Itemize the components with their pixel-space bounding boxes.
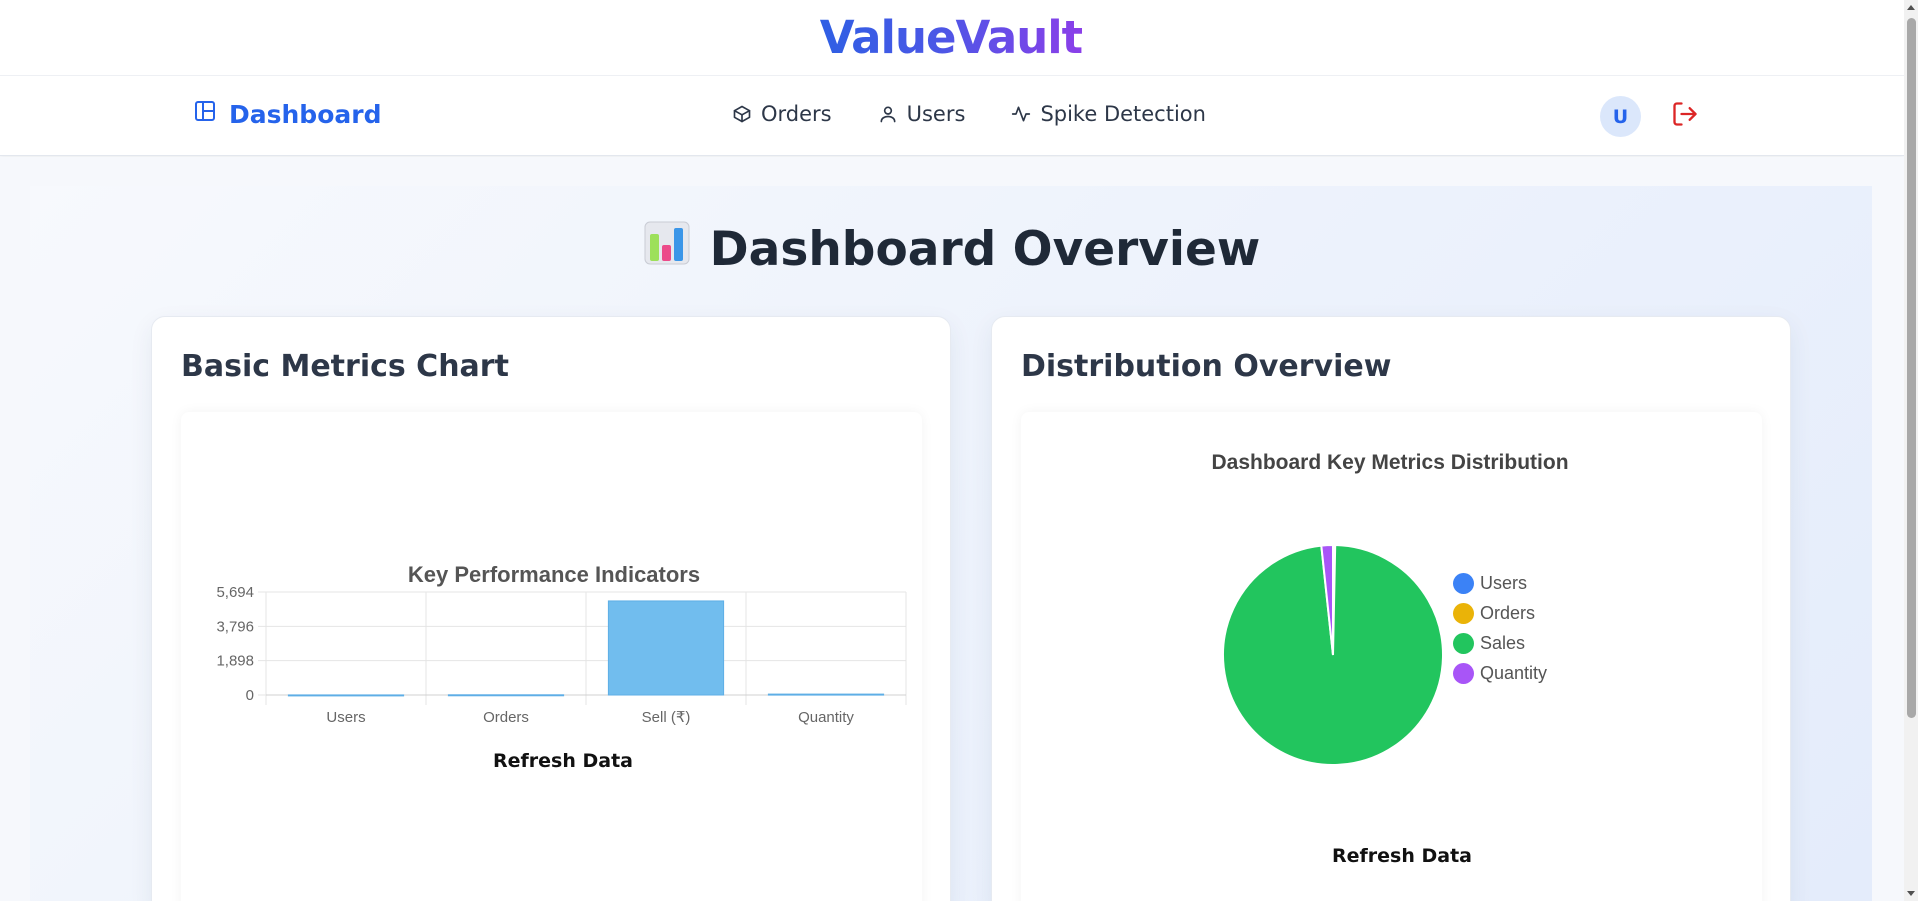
nav-item-orders[interactable]: Orders bbox=[732, 102, 832, 126]
scroll-up-arrow[interactable] bbox=[1907, 5, 1915, 10]
nav-item-users-label: Users bbox=[906, 102, 966, 126]
nav-item-users[interactable]: Users bbox=[878, 102, 966, 126]
bar-chart-title: Key Performance Indicators bbox=[408, 562, 700, 587]
bar-chart-ytick: 0 bbox=[246, 687, 254, 704]
bar-chart: Key Performance Indicators 5,694 3,796 1,89… bbox=[216, 562, 907, 726]
brand-logo[interactable]: ValueVault bbox=[820, 11, 1083, 64]
layout-icon bbox=[193, 99, 217, 129]
pie-legend: Users Orders Sales Quantity bbox=[1453, 568, 1547, 688]
legend-label: Orders bbox=[1480, 602, 1536, 623]
legend-label: Sales bbox=[1480, 632, 1526, 653]
page: ValueVault Dashboard Orders Users Spike … bbox=[0, 0, 1918, 901]
chart-emoji-icon bbox=[644, 220, 690, 278]
activity-icon bbox=[1011, 104, 1031, 124]
distribution-overview-card: Distribution Overview Dashboard Key Metr… bbox=[991, 316, 1791, 901]
logout-icon[interactable] bbox=[1671, 100, 1699, 133]
pie-chart: Dashboard Key Metrics Distribution bbox=[1211, 451, 1569, 766]
brand-header: ValueVault bbox=[0, 0, 1904, 76]
bar-sell bbox=[607, 600, 725, 696]
legend-label: Users bbox=[1480, 572, 1528, 593]
legend-swatch bbox=[1453, 632, 1474, 654]
legend-item-quantity[interactable]: Quantity bbox=[1453, 658, 1547, 688]
legend-swatch bbox=[1453, 602, 1474, 624]
right-refresh-data-button[interactable]: Refresh Data bbox=[1332, 845, 1472, 867]
bar-quantity bbox=[767, 693, 885, 696]
nav-dashboard-link[interactable]: Dashboard bbox=[193, 99, 381, 129]
box-icon bbox=[732, 104, 752, 124]
nav-links: Orders Users Spike Detection bbox=[732, 102, 1252, 126]
nav-item-orders-label: Orders bbox=[761, 102, 832, 126]
basic-metrics-title: Basic Metrics Chart bbox=[181, 349, 509, 384]
legend-label: Quantity bbox=[1480, 662, 1548, 683]
nav-item-spike-detection[interactable]: Spike Detection bbox=[1011, 102, 1206, 126]
bar-chart-ytick: 5,694 bbox=[216, 584, 254, 601]
bar-chart-xtick: Users bbox=[326, 709, 365, 726]
avatar[interactable]: U bbox=[1600, 96, 1641, 137]
nav-item-spike-label: Spike Detection bbox=[1040, 102, 1206, 126]
nav-user-controls: U bbox=[1600, 96, 1699, 137]
bar-orders bbox=[447, 694, 565, 697]
page-title-text: Dashboard Overview bbox=[709, 221, 1261, 277]
left-refresh-data-button[interactable]: Refresh Data bbox=[493, 750, 633, 772]
bar-chart-xtick: Sell (₹) bbox=[642, 709, 691, 726]
legend-item-users[interactable]: Users bbox=[1453, 568, 1547, 598]
legend-swatch bbox=[1453, 572, 1474, 594]
basic-metrics-card: Basic Metrics Chart Key Performance Indi… bbox=[151, 316, 951, 901]
nav-dashboard-label: Dashboard bbox=[229, 99, 382, 129]
pie-chart-title: Dashboard Key Metrics Distribution bbox=[1211, 451, 1568, 474]
legend-item-orders[interactable]: Orders bbox=[1453, 598, 1547, 628]
bar-users bbox=[287, 694, 405, 697]
legend-item-sales[interactable]: Sales bbox=[1453, 628, 1547, 658]
page-title: Dashboard Overview bbox=[0, 220, 1904, 278]
top-nav: Dashboard Orders Users Spike Detection U bbox=[0, 76, 1904, 156]
distribution-overview-title: Distribution Overview bbox=[1021, 349, 1392, 384]
scroll-thumb[interactable] bbox=[1907, 18, 1916, 718]
legend-swatch bbox=[1453, 662, 1474, 684]
bar-chart-xtick: Quantity bbox=[798, 709, 854, 726]
vertical-scrollbar[interactable] bbox=[1904, 0, 1918, 901]
user-icon bbox=[878, 104, 898, 124]
scroll-down-arrow[interactable] bbox=[1907, 891, 1915, 896]
bar-chart-ytick: 1,898 bbox=[216, 653, 254, 670]
bar-chart-xtick: Orders bbox=[483, 709, 529, 726]
bar-chart-ytick: 3,796 bbox=[216, 618, 254, 635]
basic-metrics-chart-container: Key Performance Indicators 5,694 3,796 1,89… bbox=[181, 412, 922, 901]
distribution-chart-container: Dashboard Key Metrics Distribution Refre… bbox=[1021, 412, 1762, 901]
